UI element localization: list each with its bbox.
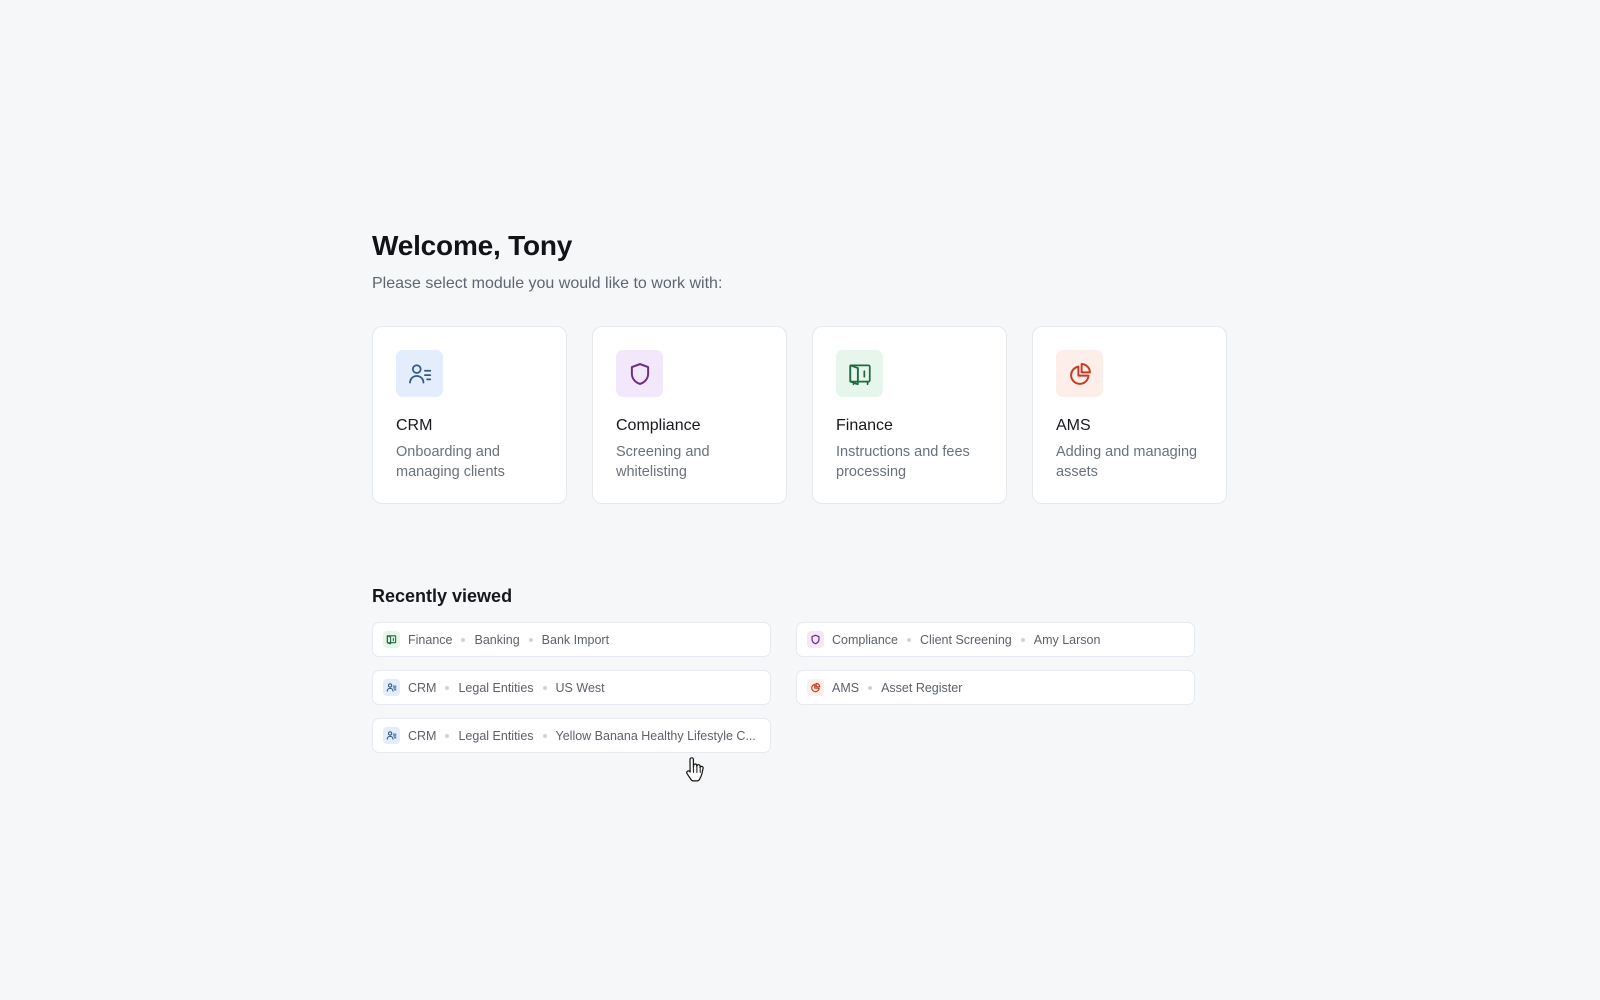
shield-icon: [807, 631, 824, 648]
users-list-icon: [396, 350, 443, 397]
pie-chart-icon: [1056, 350, 1103, 397]
welcome-subtitle: Please select module you would like to w…: [372, 275, 723, 292]
module-description: Onboarding and managing clients: [396, 444, 505, 480]
hand-pointer-cursor-icon: [686, 757, 704, 782]
breadcrumb-page: US West: [555, 680, 605, 695]
recently-viewed-title: Recently viewed: [372, 586, 513, 606]
breadcrumb-page: Asset Register: [881, 680, 963, 695]
module-title: CRM: [396, 417, 433, 434]
breadcrumb-module: Finance: [408, 632, 453, 647]
welcome-title: Welcome, Tony: [372, 230, 573, 261]
breadcrumb-module: AMS: [832, 680, 860, 695]
module-card-finance[interactable]: Finance Instructions and fees processing: [812, 326, 1007, 504]
breadcrumb-section: Client Screening: [920, 632, 1012, 647]
safe-icon: [836, 350, 883, 397]
breadcrumb-page: Bank Import: [541, 632, 610, 647]
breadcrumb-section: Legal Entities: [458, 728, 534, 743]
breadcrumb-separator: [1020, 637, 1025, 642]
breadcrumb-separator: [907, 637, 912, 642]
breadcrumb-page: Amy Larson: [1033, 632, 1101, 647]
module-title: AMS: [1056, 417, 1091, 434]
recent-item[interactable]: AMS Asset Register: [796, 670, 1195, 705]
home-page: Welcome, Tony Please select module you w…: [0, 0, 1600, 1000]
breadcrumb-module: Compliance: [832, 632, 899, 647]
breadcrumb-section: Legal Entities: [458, 680, 534, 695]
breadcrumb-separator: [528, 637, 533, 642]
recent-item[interactable]: CRM Legal Entities Yellow Banana Healthy…: [372, 718, 771, 753]
main-content: Welcome, Tony Please select module you w…: [372, 228, 1228, 753]
module-list: CRM Onboarding and managing clients Comp…: [372, 326, 1228, 504]
breadcrumb-separator: [461, 637, 466, 642]
recent-item[interactable]: Finance Banking Bank Import: [372, 622, 771, 657]
users-list-icon: [383, 727, 400, 744]
breadcrumb-page: Yellow Banana Healthy Lifestyle C...: [555, 728, 756, 743]
module-title: Finance: [836, 417, 893, 434]
module-card-compliance[interactable]: Compliance Screening and whitelisting: [592, 326, 787, 504]
users-list-icon: [383, 679, 400, 696]
recent-item[interactable]: Compliance Client Screening Amy Larson: [796, 622, 1195, 657]
module-description: Screening and whitelisting: [616, 444, 710, 480]
breadcrumb-separator: [868, 685, 873, 690]
breadcrumb-separator: [542, 685, 547, 690]
module-card-ams[interactable]: AMS Adding and managing assets: [1032, 326, 1227, 504]
recent-item[interactable]: CRM Legal Entities US West: [372, 670, 771, 705]
shield-icon: [616, 350, 663, 397]
module-description: Adding and managing assets: [1056, 444, 1198, 480]
breadcrumb-separator: [445, 733, 450, 738]
module-description: Instructions and fees processing: [836, 444, 970, 480]
module-title: Compliance: [616, 417, 701, 434]
pie-chart-icon: [807, 679, 824, 696]
breadcrumb-separator: [445, 685, 450, 690]
recently-viewed-list: Finance Banking Bank Import Compliance C…: [372, 622, 1228, 753]
breadcrumb-module: CRM: [408, 728, 437, 743]
safe-icon: [383, 631, 400, 648]
breadcrumb-separator: [542, 733, 547, 738]
breadcrumb-module: CRM: [408, 680, 437, 695]
breadcrumb-section: Banking: [474, 632, 520, 647]
module-card-crm[interactable]: CRM Onboarding and managing clients: [372, 326, 567, 504]
